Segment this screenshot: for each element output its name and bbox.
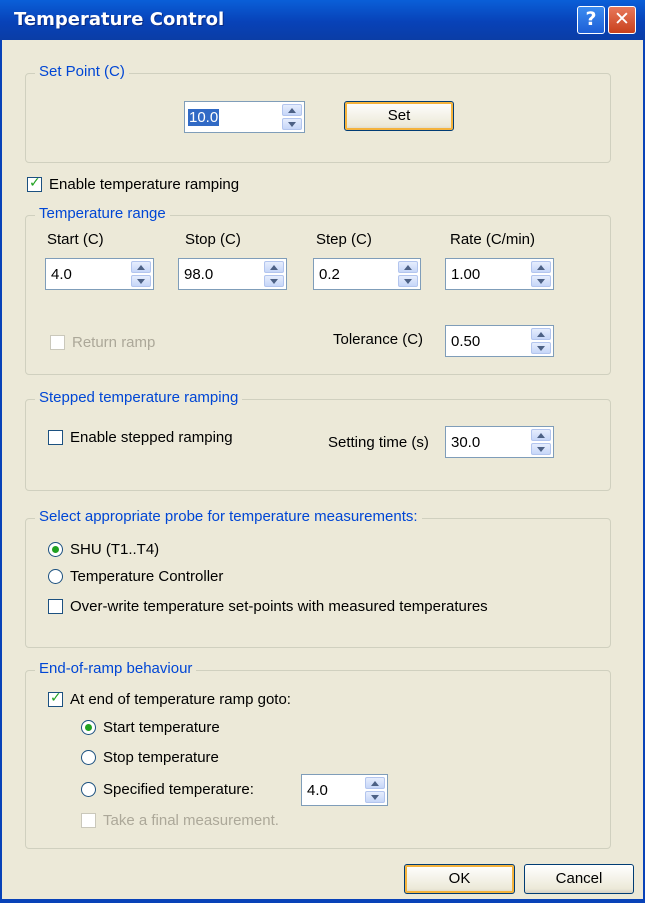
checkmark-icon: ✓ [29, 175, 41, 191]
radio-selected-icon [85, 724, 92, 731]
enable-ramping-label: Enable temperature ramping [49, 176, 240, 193]
spin-down-icon[interactable] [131, 275, 151, 287]
enable-stepped-checkbox[interactable] [48, 430, 63, 445]
stop-label: Stop (C) [185, 231, 241, 248]
overwrite-checkbox[interactable] [48, 599, 63, 614]
question-mark-icon: ? [585, 8, 597, 30]
controller-radio[interactable] [48, 569, 63, 584]
final-measurement-checkbox[interactable] [81, 813, 96, 828]
set-button[interactable]: Set [344, 101, 454, 131]
stop-value: 98.0 [184, 266, 214, 283]
close-icon: ✕ [614, 8, 630, 30]
spin-up-icon[interactable] [398, 261, 418, 273]
spin-down-icon[interactable] [365, 791, 385, 803]
stop-spinner[interactable]: 98.0 [178, 258, 287, 290]
start-label: Start (C) [47, 231, 104, 248]
specified-temp-value: 4.0 [307, 782, 328, 799]
spin-up-icon[interactable] [131, 261, 151, 273]
spin-down-icon[interactable] [531, 443, 551, 455]
goto-label: At end of temperature ramp goto: [70, 691, 291, 708]
spin-down-icon[interactable] [531, 275, 551, 287]
checkmark-icon: ✓ [50, 690, 62, 706]
stop-temp-radio[interactable] [81, 750, 96, 765]
setting-time-spinner[interactable]: 30.0 [445, 426, 554, 458]
return-ramp-label: Return ramp [72, 334, 156, 351]
ok-button[interactable]: OK [404, 864, 515, 894]
goto-checkbox[interactable]: ✓ [48, 690, 63, 707]
end-of-ramp-legend: End-of-ramp behaviour [35, 660, 197, 677]
set-button-label: Set [387, 107, 411, 124]
specified-temp-label: Specified temperature: [103, 781, 254, 798]
spin-down-icon[interactable] [398, 275, 418, 287]
help-button[interactable]: ? [577, 6, 605, 34]
rate-value: 1.00 [451, 266, 481, 283]
enable-ramping-checkbox[interactable]: ✓ [27, 175, 42, 192]
spin-up-icon[interactable] [531, 261, 551, 273]
specified-temp-spinner[interactable]: 4.0 [301, 774, 388, 806]
tolerance-value: 0.50 [451, 333, 481, 350]
rate-spinner[interactable]: 1.00 [445, 258, 554, 290]
start-value: 4.0 [51, 266, 72, 283]
controller-label: Temperature Controller [70, 568, 224, 585]
setpoint-legend: Set Point (C) [35, 63, 129, 80]
final-measurement-label: Take a final measurement. [103, 812, 279, 829]
window-title: Temperature Control [14, 9, 225, 30]
step-label: Step (C) [316, 231, 372, 248]
step-spinner[interactable]: 0.2 [313, 258, 421, 290]
spin-up-icon[interactable] [531, 328, 551, 340]
step-value: 0.2 [319, 266, 340, 283]
spin-down-icon[interactable] [264, 275, 284, 287]
spin-up-icon[interactable] [282, 104, 302, 116]
setting-time-label: Setting time (s) [328, 434, 429, 451]
tolerance-spinner[interactable]: 0.50 [445, 325, 554, 357]
spin-up-icon[interactable] [531, 429, 551, 441]
spin-up-icon[interactable] [365, 777, 385, 789]
close-button[interactable]: ✕ [608, 6, 636, 34]
ok-button-label: OK [448, 870, 471, 887]
rate-label: Rate (C/min) [450, 231, 536, 248]
enable-stepped-label: Enable stepped ramping [70, 429, 233, 446]
start-temp-radio[interactable] [81, 720, 96, 735]
specified-temp-radio[interactable] [81, 782, 96, 797]
setpoint-value: 10.0 [188, 109, 220, 126]
temperature-range-legend: Temperature range [35, 205, 170, 222]
start-temp-label: Start temperature [103, 719, 220, 736]
setpoint-spinner[interactable]: 10.0 [184, 101, 305, 133]
return-ramp-checkbox[interactable] [50, 335, 65, 350]
probe-legend: Select appropriate probe for temperature… [35, 508, 422, 525]
shu-radio[interactable] [48, 542, 63, 557]
title-bar: Temperature Control ? ✕ [0, 0, 645, 40]
spin-up-icon[interactable] [264, 261, 284, 273]
shu-label: SHU (T1..T4) [70, 541, 160, 558]
tolerance-label: Tolerance (C) [333, 331, 424, 348]
setpoint-group: Set Point (C) [25, 63, 611, 163]
cancel-button-label: Cancel [555, 870, 603, 887]
cancel-button[interactable]: Cancel [524, 864, 634, 894]
spin-down-icon[interactable] [282, 118, 302, 130]
spin-down-icon[interactable] [531, 342, 551, 354]
stop-temp-label: Stop temperature [103, 749, 219, 766]
setting-time-value: 30.0 [451, 434, 481, 451]
overwrite-label: Over-write temperature set-points with m… [70, 598, 488, 615]
start-spinner[interactable]: 4.0 [45, 258, 154, 290]
stepped-ramping-legend: Stepped temperature ramping [35, 389, 243, 406]
radio-selected-icon [52, 546, 59, 553]
